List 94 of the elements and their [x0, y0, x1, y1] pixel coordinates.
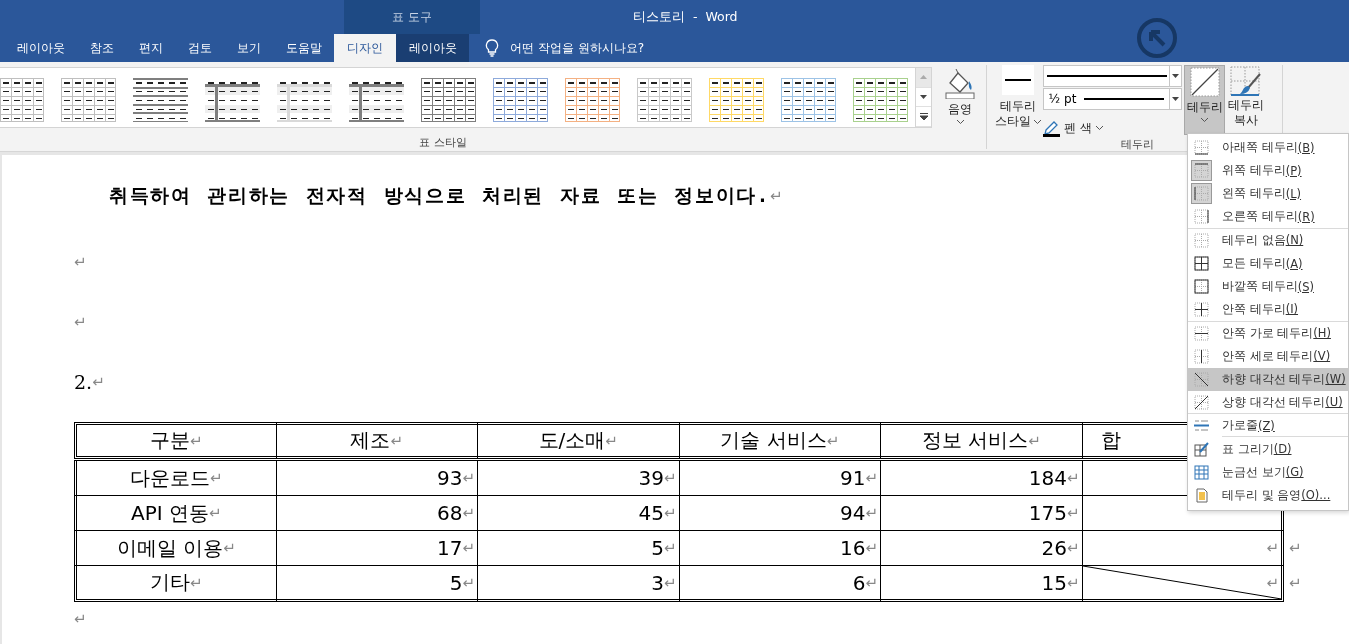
- ribbon-tab[interactable]: 편지: [126, 34, 175, 62]
- table-style-thumbnail[interactable]: [61, 78, 116, 122]
- table-style-thumbnail[interactable]: [709, 78, 764, 122]
- table-cell: 도/소매↵: [477, 422, 680, 459]
- expand-icon: [919, 113, 928, 121]
- table-style-thumbnail[interactable]: [421, 78, 476, 122]
- line-style-dropdown[interactable]: [1043, 65, 1182, 87]
- gridlines-icon: [1194, 464, 1209, 480]
- border-icon: [1194, 279, 1209, 295]
- table-style-thumbnail[interactable]: [0, 78, 44, 122]
- menu-item[interactable]: 바깥쪽 테두리(S): [1188, 275, 1348, 299]
- menu-item[interactable]: 테두리 없음(N): [1188, 228, 1348, 252]
- table-style-thumbnail[interactable]: [565, 78, 620, 122]
- caret-up-icon: [920, 75, 927, 80]
- tell-me-field[interactable]: 어떤 작업을 원하시나요?: [508, 40, 708, 56]
- caret-down-icon: [1172, 97, 1179, 101]
- diagonal-border-icon: [1189, 67, 1220, 97]
- menu-item[interactable]: 테두리 및 음영(O)...: [1188, 483, 1348, 507]
- table-cell: ↵: [1081, 565, 1284, 602]
- table-cell: 기타↵: [74, 565, 277, 602]
- ribbon-tab[interactable]: 보기: [224, 34, 273, 62]
- pen-icon: [1043, 119, 1060, 137]
- caret-down-icon: [1172, 74, 1179, 78]
- border-icon: [1194, 186, 1209, 202]
- border-icon: [1194, 325, 1209, 341]
- menu-item[interactable]: 눈금선 보기(G): [1188, 460, 1348, 484]
- menu-item[interactable]: 하향 대각선 테두리(W): [1188, 367, 1348, 392]
- caret-icon: [956, 120, 964, 124]
- borders-button[interactable]: 테두리: [1184, 65, 1225, 135]
- paragraph-text: 2.: [74, 371, 93, 393]
- table-cell: 정보 서비스↵: [880, 422, 1083, 459]
- paint-bucket-icon: [944, 67, 976, 99]
- border-icon: [1194, 301, 1209, 317]
- border-icon: [1194, 232, 1209, 248]
- ribbon-tab[interactable]: 도움말: [273, 34, 334, 62]
- ribbon-tab[interactable]: 참조: [77, 34, 126, 62]
- paragraph-mark: ↵: [74, 313, 87, 331]
- paragraph-mark: ↵: [769, 187, 783, 205]
- paragraph-mark: ↵: [92, 373, 105, 391]
- menu-item[interactable]: 안쪽 가로 테두리(H): [1188, 321, 1348, 345]
- menu-item[interactable]: 위쪽 테두리(P): [1188, 159, 1348, 183]
- table-cell: 제조↵: [275, 422, 478, 459]
- ribbon-tab[interactable]: 검토: [175, 34, 224, 62]
- row-end-mark: ↵: [1289, 538, 1302, 557]
- ribbon-tab[interactable]: 레이아웃: [4, 34, 77, 62]
- line-weight-dropdown[interactable]: ½ pt: [1043, 88, 1182, 110]
- diagonal-border-icon: [1194, 394, 1209, 410]
- group-label: 표 스타일: [419, 136, 467, 149]
- menu-item[interactable]: 오른쪽 테두리(R): [1188, 205, 1348, 229]
- border-painter-icon: [1230, 66, 1262, 98]
- table-style-thumbnail[interactable]: [133, 78, 188, 122]
- paragraph-mark: ↵: [74, 610, 87, 628]
- table-cell: 다운로드↵: [74, 460, 277, 496]
- border-icon: [1194, 348, 1209, 364]
- draw-table-icon: [1194, 441, 1209, 457]
- group-label: 테두리: [1121, 138, 1154, 151]
- border-icon: [1194, 256, 1209, 272]
- pen-color-button[interactable]: 펜 색: [1043, 119, 1103, 137]
- paragraph-mark: ↵: [74, 253, 87, 271]
- caret-icon: [1034, 119, 1041, 124]
- caret-down-icon: [920, 95, 927, 99]
- row-end-mark: ↵: [1289, 574, 1302, 592]
- context-group-label: 표 도구: [392, 8, 432, 26]
- border-painter-button[interactable]: 테두리 복사: [1225, 65, 1267, 135]
- border-styles-button[interactable]: 테두리 스타일: [993, 65, 1043, 137]
- ribbon-tab[interactable]: 레이아웃: [396, 34, 469, 62]
- arrow-circle-icon: [1137, 18, 1177, 58]
- border-icon: [1194, 163, 1209, 179]
- table-style-thumbnail[interactable]: [637, 78, 692, 122]
- window-title: 티스토리 - Word: [633, 8, 738, 26]
- line-icon: [1084, 98, 1165, 100]
- line-sample: [1002, 65, 1034, 95]
- border-icon: [1194, 209, 1209, 225]
- caret-icon: [1201, 118, 1208, 122]
- menu-item[interactable]: 왼쪽 테두리(L): [1188, 182, 1348, 206]
- horizontal-line-icon: [1194, 418, 1209, 434]
- menu-item[interactable]: 아래쪽 테두리(B): [1188, 136, 1348, 160]
- page-border-icon: [1194, 487, 1209, 503]
- menu-item[interactable]: 모든 테두리(A): [1188, 251, 1348, 276]
- lightbulb-icon: [485, 39, 499, 57]
- line-icon: [1046, 75, 1167, 77]
- menu-item[interactable]: 안쪽 세로 테두리(V): [1188, 344, 1348, 368]
- shading-button[interactable]: 음영: [935, 65, 985, 135]
- menu-item[interactable]: 안쪽 테두리(I): [1188, 298, 1348, 322]
- border-icon: [1194, 140, 1209, 156]
- ribbon-tab[interactable]: 디자인: [334, 34, 396, 62]
- diagonal-border-icon: [1194, 371, 1209, 387]
- table-style-thumbnail[interactable]: [781, 78, 836, 122]
- caret-icon: [1095, 126, 1103, 130]
- table-cell: 구분↵: [74, 422, 277, 459]
- table-style-thumbnail[interactable]: [493, 78, 548, 122]
- table-cell: 기술 서비스↵: [678, 422, 881, 459]
- paragraph-text: 취득하여 관리하는 전자적 방식으로 처리된 자료 또는 정보이다.: [109, 183, 770, 208]
- table-style-thumbnail[interactable]: [853, 78, 908, 122]
